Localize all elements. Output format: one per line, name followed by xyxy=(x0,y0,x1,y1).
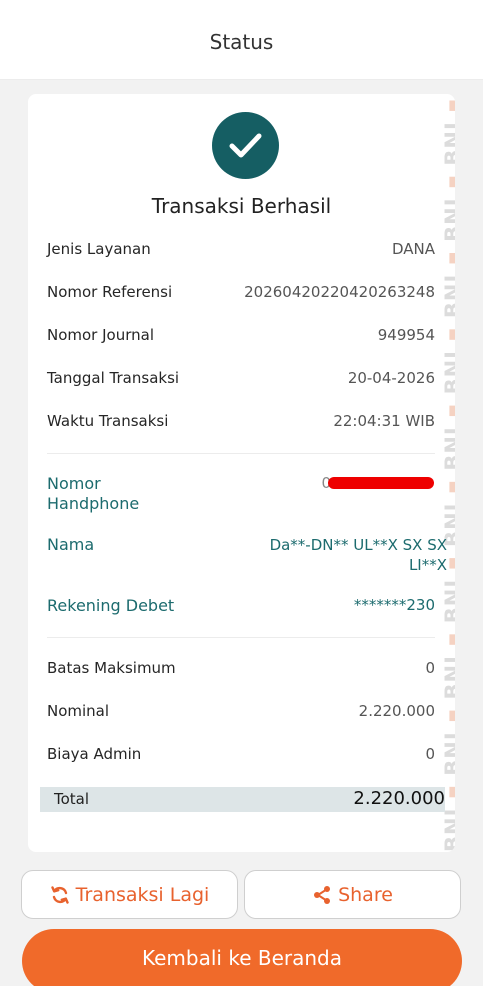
share-button[interactable]: Share xyxy=(244,870,461,919)
detail-value: 20260420220420263248 xyxy=(244,283,435,301)
phone-label-line1: Nomor xyxy=(47,474,101,493)
section-divider xyxy=(47,637,435,638)
success-title: Transaksi Berhasil xyxy=(151,194,332,218)
page-title: Status xyxy=(209,30,274,54)
amount-value: 2.220.000 xyxy=(358,702,435,720)
amount-label: Batas Maksimum xyxy=(47,659,176,677)
total-label: Total xyxy=(54,790,90,808)
name-value-line2: LI**X xyxy=(408,556,447,574)
success-check-icon xyxy=(212,112,279,179)
detail-value: 20-04-2026 xyxy=(347,369,435,387)
detail-label: Nomor Journal xyxy=(47,326,154,344)
amount-label: Biaya Admin xyxy=(47,745,142,763)
amount-label: Nominal xyxy=(47,702,110,720)
section-divider xyxy=(47,453,435,454)
transaksi-lagi-button[interactable]: Transaksi Lagi xyxy=(21,870,238,919)
amount-value: 0 xyxy=(425,745,435,763)
detail-value: 22:04:31 WIB xyxy=(333,412,435,430)
share-icon xyxy=(314,885,331,904)
account-label: Rekening Debet xyxy=(47,596,175,615)
total-row: Total 2.220.000 xyxy=(40,787,445,812)
name-value-line1: Da**-DN** UL**X SX SX xyxy=(269,536,447,554)
refresh-icon xyxy=(50,885,69,904)
account-value: *******230 xyxy=(353,596,435,614)
app-header: Status xyxy=(0,0,483,80)
kembali-ke-beranda-label: Kembali ke Beranda xyxy=(142,946,342,970)
detail-label: Waktu Transaksi xyxy=(47,412,169,430)
detail-label: Nomor Referensi xyxy=(47,283,173,301)
detail-label: Tanggal Transaksi xyxy=(47,369,180,387)
detail-label: Jenis Layanan xyxy=(47,240,151,258)
phone-label-line2: Handphone xyxy=(47,494,140,513)
kembali-ke-beranda-button[interactable]: Kembali ke Beranda xyxy=(22,929,462,986)
redaction-mark xyxy=(328,477,434,489)
amount-value: 0 xyxy=(425,659,435,677)
share-label: Share xyxy=(338,883,393,906)
name-label: Nama xyxy=(47,535,95,554)
total-value: 2.220.000 xyxy=(353,788,445,809)
detail-value: DANA xyxy=(391,240,435,258)
receipt-card: BNI ▪ BNI ▪ BNI ▪ BNI ▪ BNI ▪ BNI ▪ BNI … xyxy=(28,94,455,852)
detail-value: 949954 xyxy=(377,326,435,344)
detail-row-name: Nama Da**-DN** UL**X SX SX LI**X xyxy=(47,535,447,575)
transaksi-lagi-label: Transaksi Lagi xyxy=(75,883,210,906)
